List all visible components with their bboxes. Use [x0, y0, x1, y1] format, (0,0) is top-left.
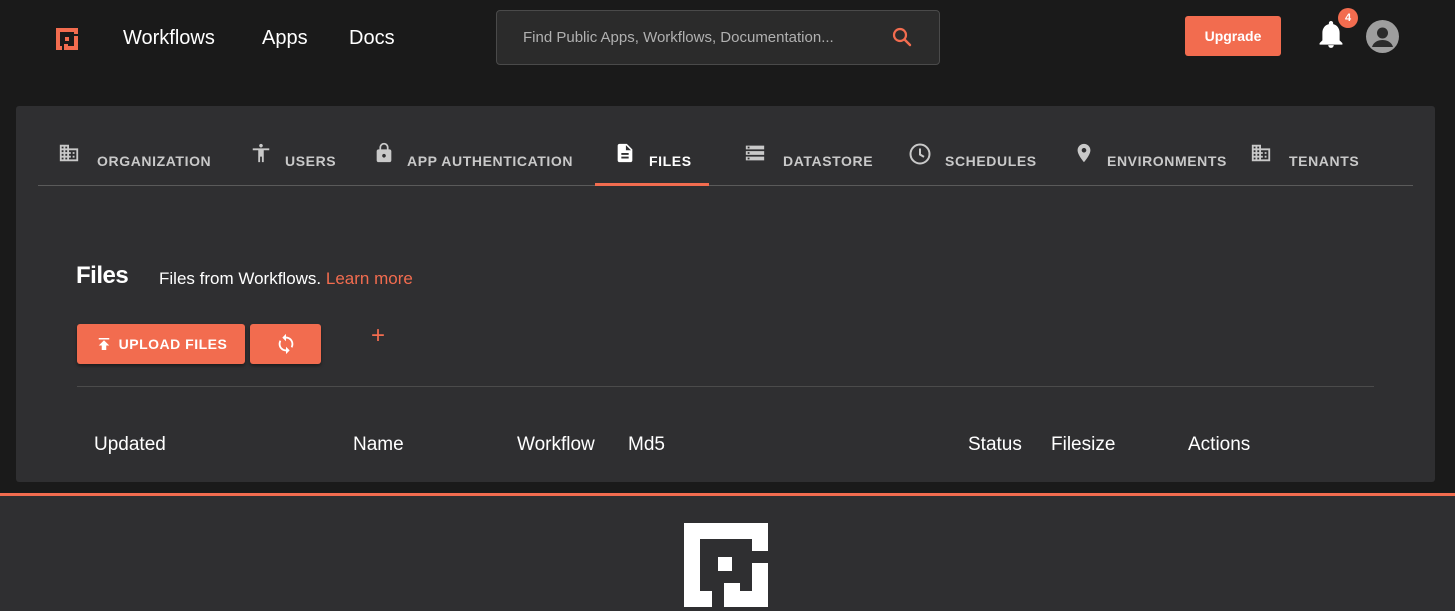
admin-panel: ORGANIZATION USERS APP AUTHENTICATION FI…: [16, 106, 1435, 482]
business-icon: [59, 144, 79, 162]
tab-organization[interactable]: ORGANIZATION: [58, 128, 238, 186]
shuffle-logo-icon: [684, 523, 768, 607]
tab-tenants[interactable]: TENANTS: [1250, 128, 1380, 186]
column-header-status[interactable]: Status: [968, 434, 1022, 456]
tab-label: ORGANIZATION: [97, 153, 212, 169]
shuffle-logo-icon[interactable]: [54, 26, 80, 52]
learn-more-link[interactable]: Learn more: [326, 269, 413, 288]
tab-app-authentication[interactable]: APP AUTHENTICATION: [373, 128, 583, 186]
page-description: Files from Workflows. Learn more: [159, 269, 413, 289]
tab-label: DATASTORE: [783, 153, 874, 169]
column-header-actions[interactable]: Actions: [1188, 434, 1250, 456]
lock-icon: [376, 142, 392, 163]
tab-label: FILES: [649, 153, 692, 169]
nav-workflows-link[interactable]: Workflows: [123, 26, 215, 50]
upgrade-button[interactable]: Upgrade: [1185, 16, 1281, 56]
tab-files[interactable]: FILES: [614, 128, 724, 186]
column-header-md5[interactable]: Md5: [628, 434, 665, 456]
tab-datastore[interactable]: DATASTORE: [743, 128, 883, 186]
description-text: Files from Workflows.: [159, 269, 322, 288]
notification-count-badge: 4: [1338, 8, 1358, 28]
clock-icon: [909, 143, 931, 165]
footer: [0, 496, 1455, 611]
column-header-updated[interactable]: Updated: [94, 434, 166, 456]
column-header-workflow[interactable]: Workflow: [517, 434, 595, 456]
active-tab-indicator: [595, 183, 709, 186]
top-navbar: Workflows Apps Docs Upgrade 4: [0, 0, 1455, 78]
upload-files-label: UPLOAD FILES: [118, 336, 228, 352]
nav-docs-link[interactable]: Docs: [349, 26, 395, 50]
page-title: Files: [76, 262, 129, 289]
refresh-button[interactable]: [250, 324, 321, 364]
tab-environments[interactable]: ENVIRONMENTS: [1073, 128, 1243, 186]
upload-files-button[interactable]: UPLOAD FILES: [77, 324, 245, 364]
tab-users[interactable]: USERS: [250, 128, 360, 186]
search-input[interactable]: [497, 11, 877, 64]
business-icon: [1251, 144, 1271, 162]
account-circle-icon[interactable]: [1366, 20, 1399, 53]
refresh-icon: [278, 333, 293, 355]
tab-label: TENANTS: [1289, 153, 1360, 169]
tab-schedules[interactable]: SCHEDULES: [908, 128, 1048, 186]
tab-label: USERS: [285, 153, 337, 169]
nav-apps-link[interactable]: Apps: [262, 26, 308, 50]
description-icon: [617, 143, 633, 163]
add-file-button[interactable]: +: [368, 322, 388, 350]
column-header-filesize[interactable]: Filesize: [1051, 434, 1115, 456]
divider: [77, 386, 1374, 387]
storage-icon: [745, 145, 765, 161]
column-header-name[interactable]: Name: [353, 434, 404, 456]
search-box: [496, 10, 940, 65]
upload-icon: [98, 338, 109, 350]
location-pin-icon: [1077, 143, 1091, 163]
accessibility-icon: [252, 143, 270, 163]
admin-tabs: ORGANIZATION USERS APP AUTHENTICATION FI…: [38, 128, 1413, 186]
tab-label: APP AUTHENTICATION: [407, 153, 574, 169]
tab-label: SCHEDULES: [945, 153, 1037, 169]
search-icon[interactable]: [892, 27, 912, 47]
tab-label: ENVIRONMENTS: [1107, 153, 1227, 169]
